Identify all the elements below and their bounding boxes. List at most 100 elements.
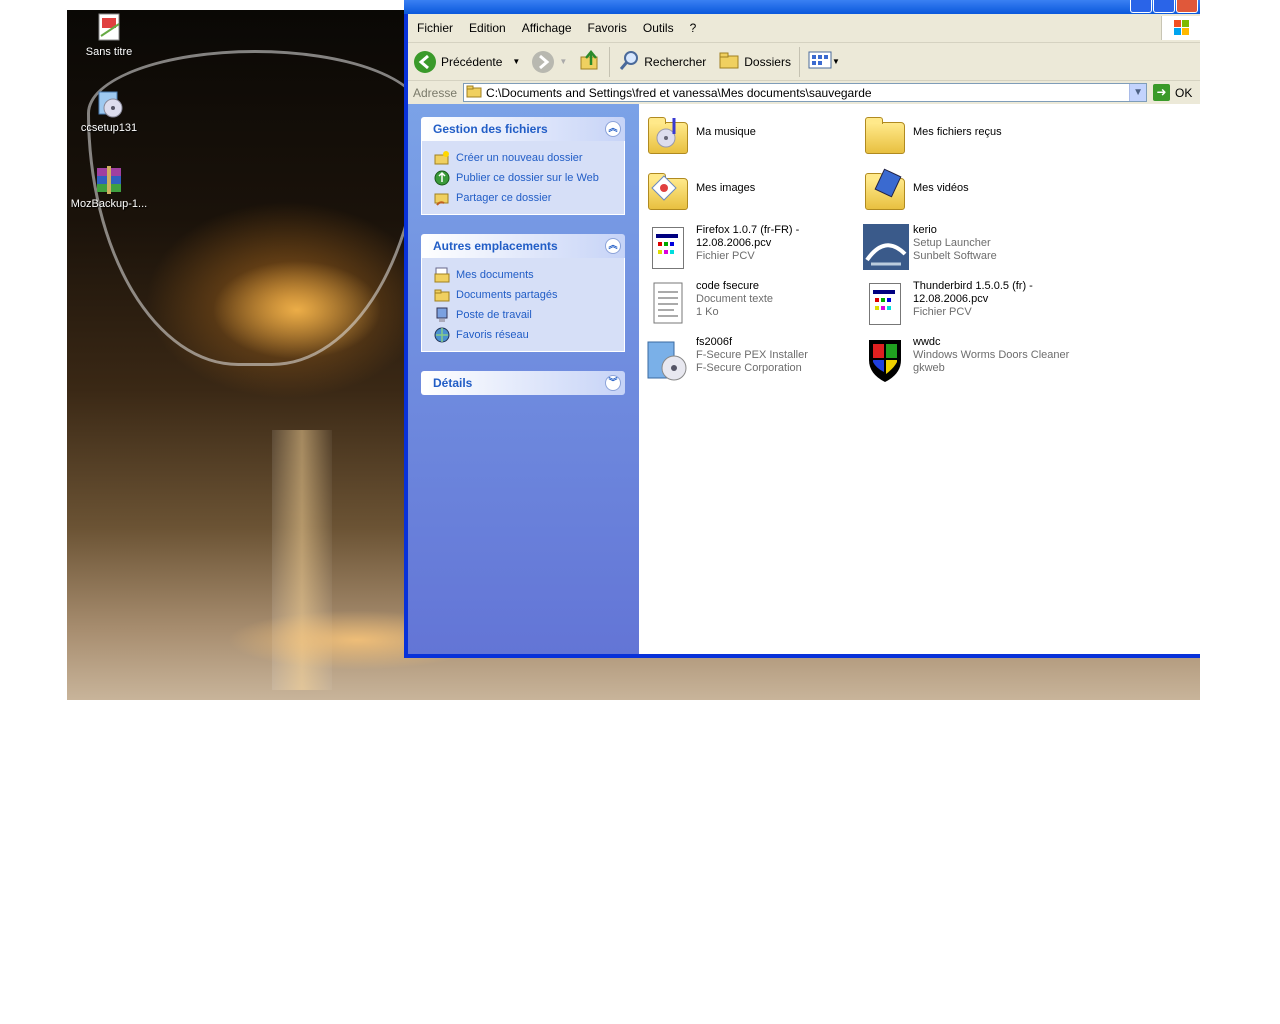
file-type: F-Secure PEX Installer bbox=[696, 349, 808, 361]
search-icon bbox=[618, 49, 640, 74]
toolbar-separator bbox=[798, 46, 800, 77]
menu-outils[interactable]: Outils bbox=[635, 21, 682, 35]
place-label: Mes documents bbox=[456, 269, 534, 281]
file-item[interactable]: Thunderbird 1.5.0.5 (fr) - 12.08.2006.pc… bbox=[861, 280, 1071, 332]
file-name: code fsecure bbox=[696, 280, 759, 292]
installer-icon bbox=[644, 336, 692, 384]
desktop-icon-sans-titre[interactable]: Sans titre bbox=[69, 12, 149, 58]
file-type: Document texte bbox=[696, 293, 774, 305]
address-input[interactable]: C:\Documents and Settings\fred et vaness… bbox=[463, 83, 1148, 102]
file-tasks-title: Gestion des fichiers bbox=[433, 122, 548, 136]
file-size: 1 Ko bbox=[696, 306, 719, 318]
paint-image-icon bbox=[93, 12, 125, 44]
menu-bar: Fichier Edition Affichage Favoris Outils… bbox=[408, 14, 1200, 43]
file-name: Mes images bbox=[696, 182, 756, 194]
share-folder-icon bbox=[434, 190, 450, 206]
back-dropdown-icon[interactable]: ▼ bbox=[512, 57, 520, 66]
toolbar: Précédente ▼ ▼ Rechercher Dossiers ▼ bbox=[408, 43, 1200, 81]
file-item[interactable]: code fsecure Document texte 1 Ko bbox=[644, 280, 854, 332]
explorer-window: Fichier Edition Affichage Favoris Outils… bbox=[404, 0, 1200, 658]
other-places-header[interactable]: Autres emplacements ︽ bbox=[421, 234, 625, 258]
desktop-icon-label: ccsetup131 bbox=[80, 122, 138, 134]
place-network[interactable]: Favoris réseau bbox=[434, 325, 624, 345]
network-globe-icon bbox=[434, 327, 450, 343]
forward-button[interactable]: ▼ bbox=[526, 47, 573, 77]
file-tasks-header[interactable]: Gestion des fichiers ︽ bbox=[421, 117, 625, 141]
collapse-icon[interactable]: ︽ bbox=[605, 238, 621, 254]
minimize-button[interactable] bbox=[1130, 0, 1152, 13]
menu-affichage[interactable]: Affichage bbox=[514, 21, 580, 35]
place-my-computer[interactable]: Poste de travail bbox=[434, 305, 624, 325]
file-tasks-panel: Gestion des fichiers ︽ Créer un nouveau … bbox=[421, 117, 625, 215]
task-new-folder[interactable]: Créer un nouveau dossier bbox=[434, 148, 624, 168]
file-name: Thunderbird 1.5.0.5 (fr) - 12.08.2006.pc… bbox=[913, 280, 1033, 305]
place-label: Poste de travail bbox=[456, 309, 532, 321]
pcv-file-icon bbox=[861, 280, 909, 328]
music-folder-icon bbox=[644, 112, 692, 160]
back-label: Précédente bbox=[441, 54, 503, 69]
go-arrow-icon: ➜ bbox=[1153, 84, 1171, 101]
place-my-documents[interactable]: Mes documents bbox=[434, 265, 624, 285]
file-company: F-Secure Corporation bbox=[696, 362, 802, 374]
folders-label: Dossiers bbox=[744, 54, 791, 69]
file-item[interactable]: Mes fichiers reçus bbox=[861, 112, 1071, 164]
task-share-folder[interactable]: Partager ce dossier bbox=[434, 188, 624, 208]
menu-fichier[interactable]: Fichier bbox=[409, 21, 461, 35]
file-company: gkweb bbox=[913, 362, 945, 374]
task-label: Publier ce dossier sur le Web bbox=[456, 172, 599, 184]
file-company: Sunbelt Software bbox=[913, 250, 997, 262]
file-item[interactable]: Mes vidéos bbox=[861, 168, 1071, 220]
file-name: fs2006f bbox=[696, 336, 733, 348]
toolbar-separator bbox=[609, 46, 611, 77]
up-folder-button[interactable] bbox=[573, 47, 607, 77]
close-button[interactable] bbox=[1176, 0, 1198, 13]
file-item[interactable]: Firefox 1.0.7 (fr-FR) - 12.08.2006.pcv F… bbox=[644, 224, 854, 276]
place-shared-documents[interactable]: Documents partagés bbox=[434, 285, 624, 305]
desktop-icon-ccsetup[interactable]: ccsetup131 bbox=[69, 88, 149, 134]
address-dropdown-icon[interactable]: ▼ bbox=[1129, 84, 1147, 101]
my-documents-icon bbox=[434, 267, 450, 283]
file-name: Mes vidéos bbox=[913, 182, 969, 194]
folder-icon bbox=[466, 84, 482, 101]
file-list: Ma musique Mes fichiers reçus Mes images… bbox=[639, 104, 1200, 654]
file-name: kerio bbox=[913, 224, 937, 236]
details-title: Détails bbox=[433, 376, 473, 390]
menu-edition[interactable]: Edition bbox=[461, 21, 514, 35]
winrar-archive-icon bbox=[93, 164, 125, 196]
computer-icon bbox=[434, 307, 450, 323]
search-label: Rechercher bbox=[644, 54, 707, 69]
place-label: Favoris réseau bbox=[456, 329, 529, 341]
menu-help[interactable]: ? bbox=[682, 21, 705, 35]
address-label: Adresse bbox=[413, 85, 458, 100]
desktop-icon-label: MozBackup-1... bbox=[70, 198, 148, 210]
back-button[interactable]: Précédente ▼ bbox=[408, 47, 526, 77]
collapse-icon[interactable]: ︽ bbox=[605, 121, 621, 137]
file-item[interactable]: Ma musique bbox=[644, 112, 854, 164]
folders-icon bbox=[718, 49, 740, 74]
address-value: C:\Documents and Settings\fred et vaness… bbox=[486, 85, 872, 100]
views-dropdown-icon[interactable]: ▼ bbox=[832, 57, 840, 66]
details-panel: Détails ︾ bbox=[421, 371, 625, 395]
file-name: wwdc bbox=[913, 336, 941, 348]
expand-icon[interactable]: ︾ bbox=[605, 375, 621, 391]
details-header[interactable]: Détails ︾ bbox=[421, 371, 625, 395]
menu-favoris[interactable]: Favoris bbox=[580, 21, 635, 35]
maximize-button[interactable] bbox=[1153, 0, 1175, 13]
task-label: Créer un nouveau dossier bbox=[456, 152, 583, 164]
file-item[interactable]: kerio Setup Launcher Sunbelt Software bbox=[861, 224, 1071, 276]
task-pane: Gestion des fichiers ︽ Créer un nouveau … bbox=[408, 104, 639, 654]
title-bar[interactable] bbox=[404, 0, 1200, 14]
folder-icon bbox=[861, 112, 909, 160]
file-item[interactable]: fs2006f F-Secure PEX Installer F-Secure … bbox=[644, 336, 854, 388]
views-button[interactable]: ▼ bbox=[802, 47, 846, 77]
go-button[interactable]: ➜ OK bbox=[1153, 84, 1192, 101]
file-name: Ma musique bbox=[696, 126, 756, 138]
search-button[interactable]: Rechercher bbox=[612, 47, 712, 77]
file-item[interactable]: Mes images bbox=[644, 168, 854, 220]
task-publish-web[interactable]: Publier ce dossier sur le Web bbox=[434, 168, 624, 188]
pcv-file-icon bbox=[644, 224, 692, 272]
folders-button[interactable]: Dossiers bbox=[712, 47, 797, 77]
desktop-icon-mozbackup[interactable]: MozBackup-1... bbox=[69, 164, 149, 210]
file-item[interactable]: wwdc Windows Worms Doors Cleaner gkweb bbox=[861, 336, 1071, 388]
forward-dropdown-icon[interactable]: ▼ bbox=[559, 57, 567, 66]
